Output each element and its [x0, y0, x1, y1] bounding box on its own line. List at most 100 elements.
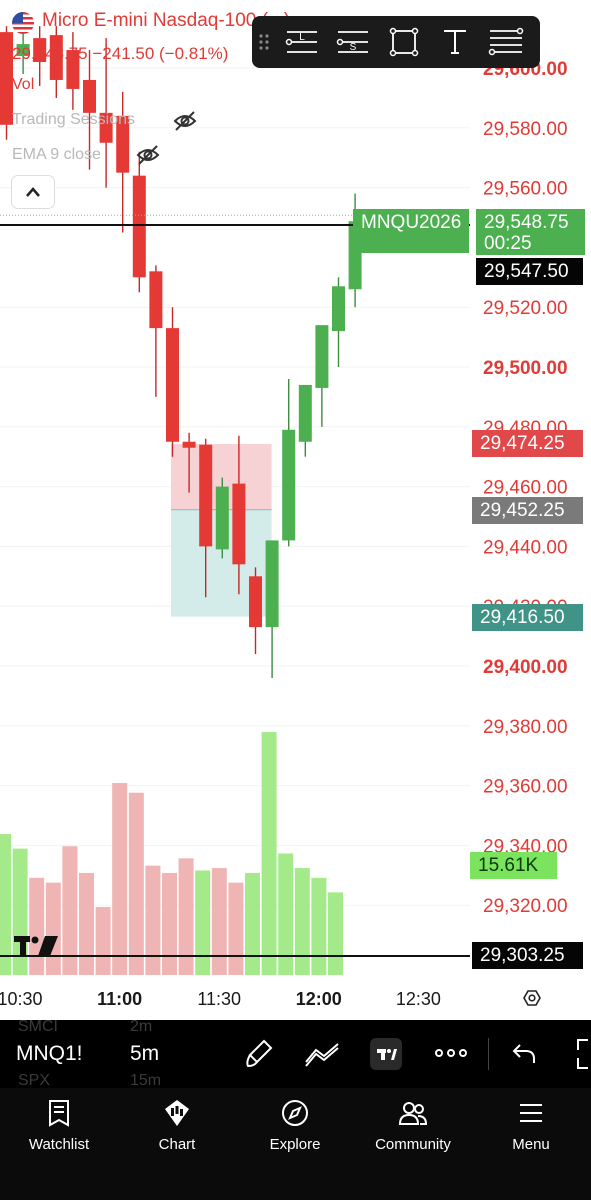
short-position-icon: S [336, 31, 368, 53]
volume-value-label: 15.61K [478, 855, 539, 876]
volume-bar [328, 892, 343, 975]
price-tick-label: 29,520.00 [483, 298, 568, 319]
price-tick-label: 29,380.00 [483, 717, 568, 738]
axis-settings-icon-shape [523, 990, 541, 1006]
nav-menu[interactable]: Menu [472, 1088, 590, 1200]
tradingview-logo-icon [377, 1049, 397, 1060]
brush-icon[interactable] [244, 1038, 274, 1070]
time-tick-label: 11:00 [97, 989, 142, 1009]
nav-label: Menu [512, 1136, 550, 1153]
candle-body [232, 483, 246, 565]
volume-bar [294, 868, 310, 975]
nav-label: Explore [269, 1136, 321, 1153]
crosshair-price-label: 29,547.50 [484, 261, 569, 282]
candle-body [282, 429, 296, 541]
watermark-mark [20, 936, 26, 956]
volume-bar [195, 870, 211, 975]
volume-bar [228, 882, 244, 975]
nav-label: Watchlist [28, 1136, 90, 1153]
toolbar-divider [488, 1038, 489, 1070]
short-position-tool-button[interactable]: S [327, 16, 378, 68]
long-position-icon: L [285, 31, 317, 53]
price-tick-label: 29,460.00 [483, 478, 568, 499]
target-price-label: 29,474.25 [480, 433, 565, 454]
candle-body [49, 35, 63, 80]
svg-text:L: L [299, 32, 305, 43]
fullscreen-icon[interactable] [574, 1038, 591, 1070]
nav-watchlist[interactable]: Watchlist [0, 1088, 118, 1200]
candle-body [315, 325, 329, 388]
time-axis[interactable]: 10:30 11:00 11:30 12:00 12:30 [0, 989, 541, 1009]
price-axis[interactable]: 29,600.0029,580.0029,560.0029,520.0029,5… [483, 59, 568, 917]
chart-canvas[interactable]: 29,600.0029,580.0029,560.0029,520.0029,5… [0, 0, 591, 1020]
candle-body [149, 271, 163, 329]
nav-label: Chart [158, 1136, 196, 1153]
candle-body [83, 79, 96, 113]
fib-lines-icon [488, 27, 523, 56]
ghost-list-interval: 2m [130, 1018, 153, 1035]
volume-bar [245, 872, 260, 975]
symbol-tag: MNQU2026 [361, 212, 461, 233]
svg-text:S: S [349, 42, 356, 53]
trend-line-icon[interactable] [304, 1040, 340, 1068]
stop-price-label: 29,416.50 [480, 607, 565, 628]
nav-community[interactable]: Community [354, 1088, 472, 1200]
candle-body [182, 441, 196, 448]
candle-body [332, 286, 345, 332]
nav-explore[interactable]: Explore [236, 1088, 354, 1200]
rectangle-icon [389, 27, 418, 57]
volume-bar [45, 882, 61, 975]
watermark-mark [31, 936, 39, 944]
volume-bar [95, 906, 111, 975]
chart-toolbar: SMCI 2m SPX 15m MNQ1! 5m [0, 1018, 591, 1089]
entry-price-label: 29,452.25 [480, 500, 565, 521]
price-tick-label: 29,440.00 [483, 537, 568, 558]
price-tick-label: 29,400.00 [483, 657, 568, 678]
price-labels: MNQU2026 29,548.7500:25 29,547.50 29,474.25… [353, 209, 585, 969]
rectangle-tool-button[interactable] [378, 16, 429, 68]
nav-label: Community [375, 1136, 451, 1153]
candle-body [33, 38, 47, 63]
nav-chart[interactable]: Chart [118, 1088, 236, 1200]
tradingview-logo-button[interactable] [370, 1038, 402, 1070]
volume-bar [311, 877, 327, 975]
candle-body [116, 115, 130, 173]
time-tick-label: 10:30 [0, 989, 43, 1009]
menu-icon [520, 1104, 542, 1122]
axis-settings-icon [523, 990, 541, 1006]
undo-icon[interactable] [512, 1042, 538, 1066]
volume-bar [79, 872, 94, 975]
text-tool-button[interactable] [429, 16, 480, 68]
candle-body [265, 540, 279, 628]
volume-bar [162, 872, 177, 975]
interval-button[interactable]: 5m [130, 1042, 159, 1066]
volume-bar [145, 865, 161, 975]
grip-icon[interactable] [252, 16, 276, 68]
candle-body [16, 44, 30, 57]
time-tick-label: 12:00 [296, 989, 342, 1009]
volume-bar [0, 834, 11, 975]
candle-body [132, 175, 146, 278]
drawing-toolbar: L S [252, 16, 540, 68]
candle-body [0, 32, 13, 125]
volume-bar [211, 868, 227, 975]
collapse-legend-button[interactable] [12, 176, 54, 208]
candle-body [99, 112, 113, 143]
volume-bar [29, 877, 45, 975]
compass-icon [282, 1100, 308, 1126]
volume-bar [261, 732, 277, 975]
candle-body [199, 444, 213, 547]
time-tick-label: 12:30 [396, 989, 441, 1009]
axis-settings-icon-shape [528, 994, 536, 1002]
candle-body [166, 328, 179, 442]
volume-bar [178, 858, 194, 975]
more-icon[interactable] [434, 1046, 468, 1060]
fib-tool-button[interactable] [480, 16, 531, 68]
symbol-button[interactable]: MNQ1! [16, 1042, 83, 1066]
candle-body [249, 576, 262, 628]
price-tick-label: 29,560.00 [483, 179, 568, 200]
price-tick-label: 29,360.00 [483, 777, 568, 798]
bottom-navigation: Watchlist Chart Explore Community Menu [0, 1088, 591, 1200]
long-position-tool-button[interactable]: L [276, 16, 327, 68]
watchlist-icon [49, 1100, 69, 1127]
